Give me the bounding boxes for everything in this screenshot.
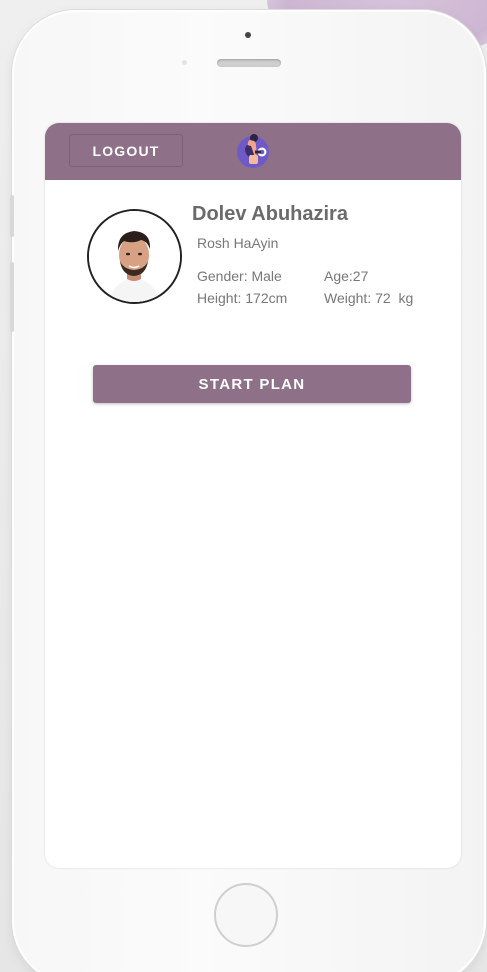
user-city: Rosh HaAyin: [197, 235, 279, 251]
home-button[interactable]: [214, 883, 278, 947]
proximity-sensor: [182, 60, 187, 65]
gender-value: Gender: Male: [197, 268, 282, 284]
user-name: Dolev Abuhazira: [192, 203, 348, 225]
start-plan-button[interactable]: START PLAN: [93, 365, 411, 403]
earpiece-speaker: [217, 59, 281, 67]
app-header: LOGOUT: [45, 123, 461, 180]
avatar: [87, 209, 182, 304]
logout-button[interactable]: LOGOUT: [69, 134, 183, 167]
age-value: Age:27: [324, 268, 369, 284]
phone-side-button: [10, 195, 14, 237]
screenshot-stage: LOGOUT Dolev Abuhazira Rosh HaAyin Gende…: [0, 0, 487, 972]
app-screen: LOGOUT Dolev Abuhazira Rosh HaAyin Gende…: [45, 123, 461, 868]
weight-value: Weight: 72 kg: [324, 290, 414, 306]
user-avatar-photo: [89, 211, 180, 302]
fitness-woman-dumbbell-icon: [237, 134, 269, 168]
height-value: Height: 172cm: [197, 290, 288, 306]
front-camera: [245, 32, 251, 38]
profile-card: Dolev Abuhazira Rosh HaAyin Gender: Male…: [45, 180, 461, 340]
phone-volume-button: [10, 262, 14, 332]
